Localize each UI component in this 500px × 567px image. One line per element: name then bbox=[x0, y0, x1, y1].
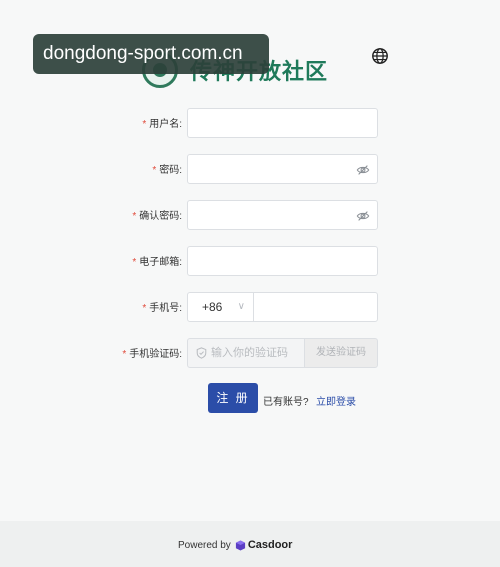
username-label: * 用户名: bbox=[142, 119, 182, 130]
send-code-button[interactable]: 发送验证码 bbox=[304, 338, 378, 368]
country-code-select[interactable]: +86 ∨ bbox=[187, 292, 254, 322]
email-row: * 电子邮箱: bbox=[0, 246, 500, 276]
globe-icon[interactable] bbox=[371, 47, 389, 65]
phone-input[interactable] bbox=[253, 292, 378, 322]
powered-by-text: Powered by bbox=[178, 539, 231, 551]
confirm-password-input[interactable] bbox=[187, 200, 378, 230]
confirm-password-label: * 确认密码: bbox=[132, 211, 182, 222]
username-input[interactable] bbox=[187, 108, 378, 138]
eye-off-icon[interactable] bbox=[356, 163, 370, 177]
domain-watermark: dongdong-sport.com.cn bbox=[33, 34, 269, 74]
eye-off-icon[interactable] bbox=[356, 209, 370, 223]
phone-row: * 手机号: +86 ∨ bbox=[0, 292, 500, 322]
register-button[interactable]: 注 册 bbox=[208, 383, 258, 413]
verification-code-input[interactable]: 输入你的验证码 bbox=[187, 338, 305, 368]
signup-page: 传神开放社区 dongdong-sport.com.cn *用户名: *密码: … bbox=[0, 0, 500, 567]
phone-code-label: * 手机验证码: bbox=[122, 349, 182, 360]
password-label: * 密码: bbox=[152, 165, 182, 176]
confirm-password-row: * 确认密码: bbox=[0, 200, 500, 230]
username-row: * 用户名: bbox=[0, 108, 500, 138]
casdoor-brand: Casdoor bbox=[247, 539, 293, 551]
login-link[interactable]: 立即登录 bbox=[316, 393, 356, 408]
powered-by[interactable]: Powered by Casdoor bbox=[178, 539, 292, 551]
email-label: * 电子邮箱: bbox=[132, 257, 182, 268]
phone-label: * 手机号: bbox=[142, 303, 182, 314]
have-account-text: 已有账号? bbox=[263, 397, 309, 408]
phone-code-row: * 手机验证码: 输入你的验证码 发送验证码 bbox=[0, 338, 500, 368]
verification-code-placeholder: 输入你的验证码 bbox=[211, 347, 288, 359]
password-row: * 密码: bbox=[0, 154, 500, 184]
email-input[interactable] bbox=[187, 246, 378, 276]
shield-icon bbox=[196, 347, 207, 359]
casdoor-logo-icon bbox=[235, 539, 245, 551]
chevron-down-icon: ∨ bbox=[237, 301, 245, 312]
country-code-value: +86 bbox=[202, 300, 223, 314]
password-input[interactable] bbox=[187, 154, 378, 184]
